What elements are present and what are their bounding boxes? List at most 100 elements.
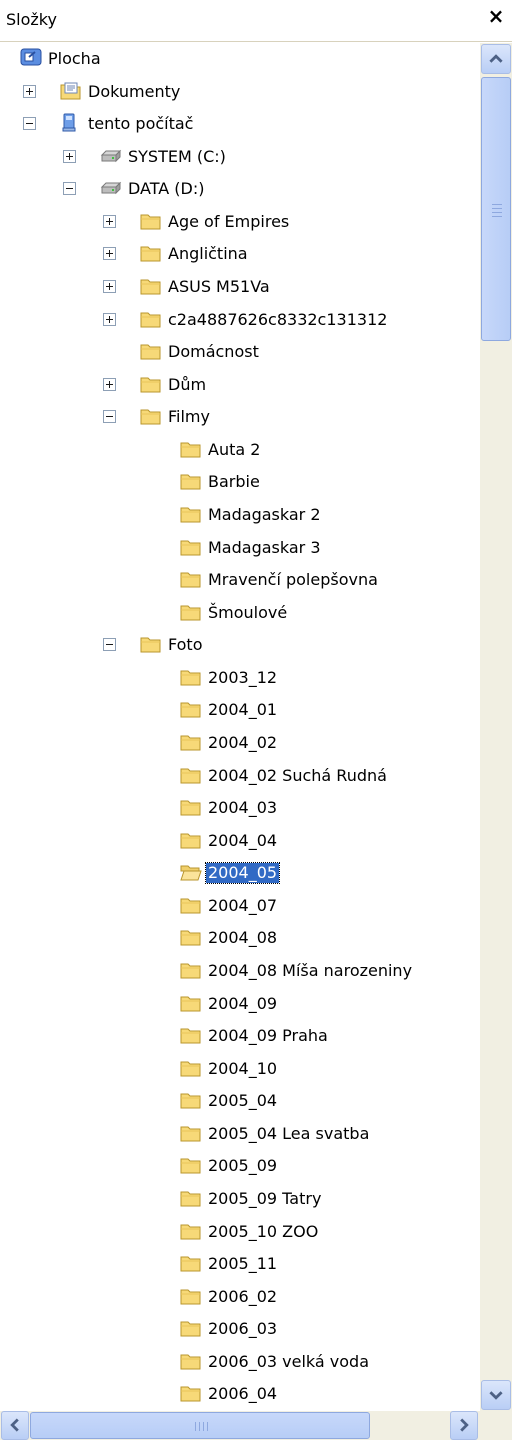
tree-item-label: Age of Empires: [168, 212, 290, 231]
folder-icon: [180, 765, 202, 785]
tree-item[interactable]: 2005_10 ZOO: [0, 1216, 480, 1248]
horizontal-scrollbar[interactable]: [0, 1411, 480, 1440]
folder-icon: [180, 699, 202, 719]
tree-item[interactable]: 2004_09 Praha: [0, 1020, 480, 1052]
expand-plus-icon[interactable]: [103, 280, 116, 293]
scroll-down-button[interactable]: [481, 1380, 511, 1410]
tree-item[interactable]: 2005_04 Lea svatba: [0, 1118, 480, 1150]
tree-item[interactable]: 2004_03: [0, 792, 480, 824]
expand-plus-icon[interactable]: [23, 85, 36, 98]
folder-icon: [180, 439, 202, 459]
tree-item-label: 2004_08 Míša narozeniny: [208, 961, 413, 980]
tree-item[interactable]: Domácnost: [0, 336, 480, 368]
chevron-left-icon: [10, 1418, 19, 1432]
folder-icon: [180, 1058, 202, 1078]
folder-icon: [140, 406, 162, 426]
tree-item[interactable]: Auta 2: [0, 434, 480, 466]
tree-item[interactable]: Age of Empires: [0, 206, 480, 238]
tree-item[interactable]: 2004_10: [0, 1053, 480, 1085]
tree-item[interactable]: c2a4887626c8332c131312: [0, 304, 480, 336]
expand-plus-icon[interactable]: [103, 215, 116, 228]
folder-icon: [180, 1090, 202, 1110]
tree-item[interactable]: Foto: [0, 629, 480, 661]
folder-icon: [180, 895, 202, 915]
tree-item[interactable]: Madagaskar 3: [0, 532, 480, 564]
tree-item[interactable]: 2004_02 Suchá Rudná: [0, 760, 480, 792]
tree-item[interactable]: 2004_02: [0, 727, 480, 759]
tree-item[interactable]: Dokumenty: [0, 76, 480, 108]
tree-item[interactable]: 2005_09: [0, 1150, 480, 1182]
folder-icon: [180, 993, 202, 1013]
expand-plus-icon[interactable]: [103, 313, 116, 326]
tree-item-label: 2004_10: [208, 1059, 278, 1078]
expand-plus-icon[interactable]: [103, 378, 116, 391]
folder-icon: [180, 569, 202, 589]
tree-item[interactable]: DATA (D:): [0, 173, 480, 205]
collapse-minus-icon[interactable]: [23, 117, 36, 130]
tree-item[interactable]: Plocha: [0, 43, 480, 75]
tree-item-label: DATA (D:): [128, 179, 205, 198]
tree-item-label: Foto: [168, 635, 203, 654]
tree-item-label: 2004_09 Praha: [208, 1026, 328, 1045]
tree-item-label: Dům: [168, 375, 207, 394]
tree-item[interactable]: 2004_04: [0, 825, 480, 857]
expand-plus-icon[interactable]: [103, 247, 116, 260]
folder-icon: [140, 276, 162, 296]
tree-item[interactable]: ASUS M51Va: [0, 271, 480, 303]
tree-item-label: Madagaskar 3: [208, 538, 321, 557]
tree-item[interactable]: SYSTEM (C:): [0, 141, 480, 173]
vertical-scroll-thumb[interactable]: [481, 77, 511, 341]
tree-item-label: 2005_10 ZOO: [208, 1222, 319, 1241]
tree-item-label: Domácnost: [168, 342, 259, 361]
collapse-minus-icon[interactable]: [103, 410, 116, 423]
collapse-minus-icon[interactable]: [103, 638, 116, 651]
tree-item[interactable]: 2006_04: [0, 1378, 480, 1410]
tree-item-label: 2005_11: [208, 1254, 278, 1273]
tree-item-label: 2004_02 Suchá Rudná: [208, 766, 387, 785]
scroll-right-button[interactable]: [450, 1411, 478, 1440]
folders-panel-header: Složky ×: [0, 0, 512, 42]
vertical-scrollbar[interactable]: [480, 43, 512, 1411]
tree-item[interactable]: Dům: [0, 369, 480, 401]
tree-item-label: 2006_03: [208, 1319, 278, 1338]
tree-item-label: tento počítač: [88, 114, 194, 133]
tree-item[interactable]: 2006_03 velká voda: [0, 1346, 480, 1378]
tree-item[interactable]: Filmy: [0, 401, 480, 433]
tree-item[interactable]: 2006_03: [0, 1313, 480, 1345]
tree-item-label: 2005_04: [208, 1091, 278, 1110]
tree-item[interactable]: 2005_04: [0, 1085, 480, 1117]
tree-item[interactable]: Mravenčí polepšovna: [0, 564, 480, 596]
drive-icon: [100, 178, 122, 198]
tree-item[interactable]: tento počítač: [0, 108, 480, 140]
folder-icon: [140, 634, 162, 654]
chevron-down-icon: [489, 1391, 503, 1400]
tree-item[interactable]: Barbie: [0, 466, 480, 498]
tree-item[interactable]: Angličtina: [0, 238, 480, 270]
tree-item[interactable]: 2005_11: [0, 1248, 480, 1280]
scroll-up-button[interactable]: [481, 44, 511, 74]
tree-item[interactable]: Šmoulové: [0, 597, 480, 629]
tree-item[interactable]: 2004_08: [0, 922, 480, 954]
folder-icon: [180, 927, 202, 947]
folder-icon: [180, 471, 202, 491]
folder-icon: [140, 374, 162, 394]
tree-item[interactable]: 2004_09: [0, 988, 480, 1020]
tree-item[interactable]: 2004_08 Míša narozeniny: [0, 955, 480, 987]
folder-icon: [180, 1123, 202, 1143]
scroll-left-button[interactable]: [1, 1411, 29, 1440]
tree-item[interactable]: 2005_09 Tatry: [0, 1183, 480, 1215]
folder-icon: [180, 1351, 202, 1371]
collapse-minus-icon[interactable]: [63, 182, 76, 195]
tree-item[interactable]: 2006_02: [0, 1281, 480, 1313]
tree-item[interactable]: Madagaskar 2: [0, 499, 480, 531]
expand-plus-icon[interactable]: [63, 150, 76, 163]
tree-item[interactable]: 2003_12: [0, 662, 480, 694]
tree-item-label: 2004_07: [208, 896, 278, 915]
horizontal-scroll-thumb[interactable]: [30, 1412, 370, 1439]
tree-item[interactable]: 2004_07: [0, 890, 480, 922]
folder-icon: [180, 732, 202, 752]
tree-item[interactable]: 2004_01: [0, 694, 480, 726]
tree-item[interactable]: 2004_05: [0, 857, 480, 889]
folder-icon: [180, 1286, 202, 1306]
close-icon[interactable]: ×: [484, 4, 508, 28]
